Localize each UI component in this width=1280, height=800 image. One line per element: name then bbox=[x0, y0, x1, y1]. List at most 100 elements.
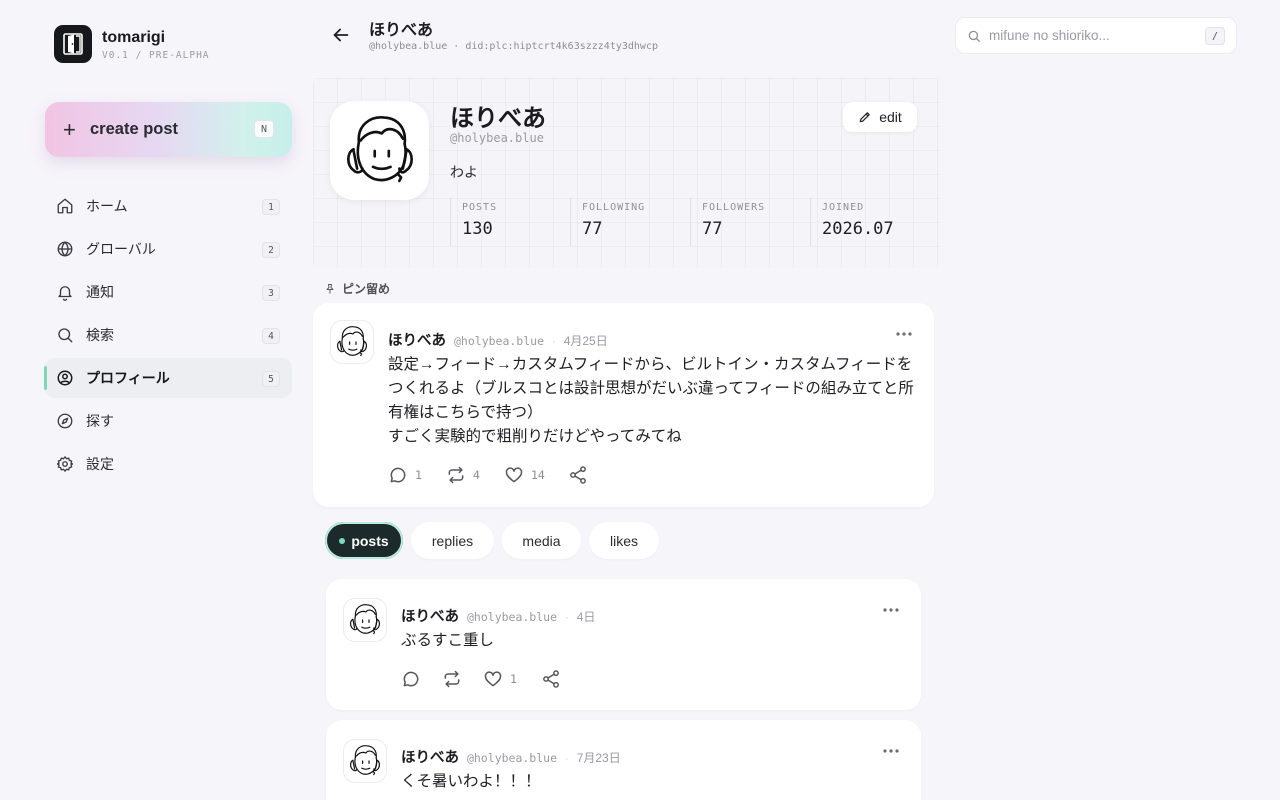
heart-icon bbox=[505, 467, 523, 483]
post-date[interactable]: 4月25日 bbox=[564, 332, 608, 349]
repost-icon bbox=[444, 670, 460, 688]
avatar[interactable] bbox=[330, 101, 429, 200]
reply-button[interactable]: 1 bbox=[388, 465, 446, 485]
nav-item-label: 設定 bbox=[86, 456, 114, 472]
plus-icon: + bbox=[63, 116, 76, 142]
create-post-button[interactable]: + create post N bbox=[45, 102, 292, 157]
post-card[interactable]: ほりべあ @holybea.blue · 4日 ぶるすこ重し 1 bbox=[326, 579, 921, 710]
share-button[interactable] bbox=[541, 669, 561, 689]
ellipsis-icon bbox=[883, 608, 899, 612]
post-text: ぶるすこ重し bbox=[401, 632, 495, 649]
gear-icon bbox=[55, 454, 75, 474]
avatar-drawing bbox=[345, 600, 385, 640]
post-actions: 1 bbox=[401, 669, 561, 689]
share-icon bbox=[543, 670, 559, 688]
like-count: 1 bbox=[510, 672, 517, 686]
door-icon bbox=[63, 33, 83, 55]
stat-value: 77 bbox=[702, 219, 723, 239]
post-card[interactable]: ほりべあ @holybea.blue · 7月23日 くそ暑いわよ！！！ bbox=[326, 720, 921, 800]
post-date[interactable]: 7月23日 bbox=[577, 749, 621, 766]
pinned-post-card[interactable]: ほりべあ @holybea.blue · 4月25日 設定→フィード→カスタムフ… bbox=[313, 303, 934, 507]
stat-followers[interactable]: FOLLOWERS 77 bbox=[690, 198, 810, 246]
compass-icon bbox=[55, 411, 75, 431]
post-author-handle[interactable]: @holybea.blue bbox=[467, 610, 557, 624]
tab-media[interactable]: media bbox=[502, 522, 581, 559]
app-name: tomarigi bbox=[102, 28, 166, 46]
stat-label: JOINED bbox=[822, 202, 865, 213]
reply-button[interactable] bbox=[401, 669, 442, 689]
ellipsis-icon bbox=[896, 332, 912, 336]
edit-profile-button[interactable]: edit bbox=[843, 102, 917, 132]
stat-following[interactable]: FOLLOWING 77 bbox=[570, 198, 690, 246]
page-title: ほりべあ bbox=[369, 22, 434, 39]
post-author-name[interactable]: ほりべあ bbox=[401, 746, 459, 767]
arrow-left-icon bbox=[333, 28, 349, 42]
profile-bio: わよ bbox=[450, 164, 478, 180]
nav-item-search[interactable]: 検索 4 bbox=[45, 315, 292, 355]
post-author-handle[interactable]: @holybea.blue bbox=[467, 751, 557, 765]
shortcut-badge: N bbox=[254, 120, 274, 138]
search-box: / bbox=[955, 17, 1237, 54]
stat-posts[interactable]: POSTS 130 bbox=[450, 198, 570, 246]
shortcut-badge: 2 bbox=[262, 242, 280, 258]
tab-replies[interactable]: replies bbox=[411, 522, 494, 559]
like-button[interactable]: 1 bbox=[483, 669, 541, 689]
ellipsis-icon bbox=[883, 749, 899, 753]
post-author-handle[interactable]: @holybea.blue bbox=[454, 334, 544, 348]
nav-item-label: 検索 bbox=[86, 327, 114, 343]
stat-joined: JOINED 2026.07 bbox=[810, 198, 930, 246]
avatar[interactable] bbox=[343, 598, 387, 642]
post-date[interactable]: 4日 bbox=[577, 608, 596, 625]
nav-item-home[interactable]: ホーム 1 bbox=[45, 186, 292, 226]
avatar[interactable] bbox=[343, 739, 387, 783]
profile-handle[interactable]: @holybea.blue bbox=[450, 131, 544, 145]
create-post-label: create post bbox=[90, 120, 179, 138]
avatar-drawing bbox=[345, 741, 385, 781]
like-count: 14 bbox=[531, 468, 545, 482]
shortcut-badge: 4 bbox=[262, 328, 280, 344]
repost-button[interactable]: 4 bbox=[446, 465, 504, 485]
post-text: 設定→フィード→カスタムフィードから、ビルトイン・カスタムフィードをつくれるよ（… bbox=[388, 356, 914, 445]
app-version: V0.1 / PRE-ALPHA bbox=[102, 49, 210, 61]
tab-posts[interactable]: posts bbox=[325, 522, 403, 559]
search-icon bbox=[55, 325, 75, 345]
home-icon bbox=[55, 196, 75, 216]
brand[interactable]: tomarigi V0.1 / PRE-ALPHA bbox=[54, 25, 210, 63]
nav-item-explore[interactable]: 探す bbox=[45, 401, 292, 441]
like-button[interactable]: 14 bbox=[504, 465, 568, 485]
active-dot bbox=[339, 537, 346, 544]
post-actions: 1 4 14 bbox=[388, 465, 588, 485]
tab-likes[interactable]: likes bbox=[589, 522, 659, 559]
post-author-name[interactable]: ほりべあ bbox=[388, 329, 446, 350]
heart-icon bbox=[484, 671, 502, 687]
stat-label: FOLLOWING bbox=[582, 202, 646, 213]
post-author-name[interactable]: ほりべあ bbox=[401, 605, 459, 626]
repost-button[interactable] bbox=[442, 669, 483, 689]
avatar[interactable] bbox=[330, 320, 374, 364]
share-button[interactable] bbox=[568, 465, 588, 485]
pin-icon bbox=[326, 283, 334, 293]
stat-label: FOLLOWERS bbox=[702, 202, 766, 213]
app-logo bbox=[54, 25, 92, 63]
nav-item-notifications[interactable]: 通知 3 bbox=[45, 272, 292, 312]
search-icon bbox=[968, 30, 980, 42]
nav-item-profile[interactable]: プロフィール 5 bbox=[44, 358, 292, 398]
search-input[interactable] bbox=[989, 28, 1189, 43]
comment-icon bbox=[390, 467, 406, 483]
stat-value: 2026.07 bbox=[822, 219, 894, 239]
post-text: くそ暑いわよ！！！ bbox=[401, 773, 541, 790]
sidebar: tomarigi V0.1 / PRE-ALPHA + create post … bbox=[0, 0, 310, 800]
more-options-button[interactable] bbox=[893, 327, 915, 341]
nav-item-global[interactable]: グローバル 2 bbox=[45, 229, 292, 269]
back-button[interactable] bbox=[330, 24, 352, 46]
pencil-icon bbox=[859, 112, 870, 123]
avatar-drawing bbox=[336, 107, 424, 195]
more-options-button[interactable] bbox=[880, 744, 902, 758]
profile-header-bar: ほりべあ @holybea.blue · did:plc:hiptcrt4k63… bbox=[330, 12, 930, 62]
avatar-drawing bbox=[332, 322, 372, 362]
nav-item-settings[interactable]: 設定 bbox=[45, 444, 292, 484]
more-options-button[interactable] bbox=[880, 603, 902, 617]
shortcut-badge: 1 bbox=[262, 199, 280, 215]
nav-menu: ホーム 1 グローバル 2 通知 3 検索 4 プロフィール 5 探す 設定 bbox=[44, 186, 292, 487]
shortcut-badge: 3 bbox=[262, 285, 280, 301]
